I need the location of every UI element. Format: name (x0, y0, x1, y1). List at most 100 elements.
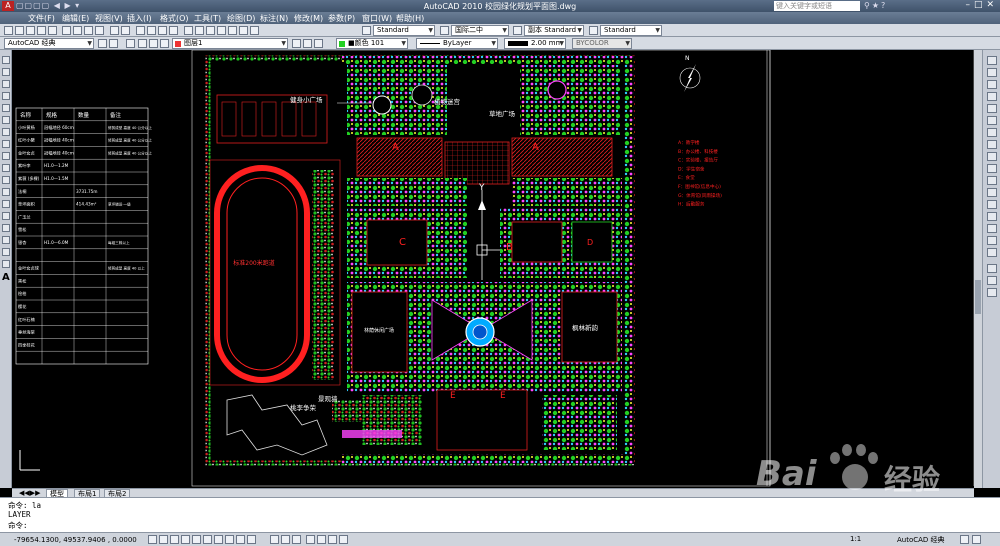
vertical-scrollbar[interactable] (974, 50, 982, 488)
table-style-select[interactable]: 副本 Standard ▼ (524, 25, 584, 36)
layer-select[interactable]: 图层1 ▼ (172, 38, 288, 49)
zoom-window-icon[interactable] (158, 26, 167, 35)
clean-screen-icon[interactable] (972, 535, 981, 544)
lineweight-select[interactable]: 2.00 mm ▼ (504, 38, 566, 49)
line-icon[interactable] (2, 56, 10, 64)
zoom-status-icon[interactable] (317, 535, 326, 544)
pan-icon[interactable] (136, 26, 145, 35)
workspace-save-icon[interactable] (109, 39, 118, 48)
properties-icon[interactable] (184, 26, 193, 35)
menu-view[interactable]: 视图(V) (95, 13, 123, 24)
undo-icon[interactable] (110, 26, 119, 35)
annotation-scale[interactable]: 1:1 (850, 535, 861, 543)
sheet-set-icon[interactable] (217, 26, 226, 35)
command-prompt[interactable]: 命令: (8, 520, 28, 531)
lock-ui-icon[interactable] (960, 535, 969, 544)
rotate-icon[interactable] (987, 128, 997, 137)
quick-view-drawings-icon[interactable] (292, 535, 301, 544)
layer-state-icon[interactable] (314, 39, 323, 48)
circle-icon[interactable] (2, 128, 10, 136)
match-properties-icon[interactable] (95, 26, 104, 35)
array-icon[interactable] (987, 104, 997, 113)
zoom-realtime-icon[interactable] (147, 26, 156, 35)
model-space-icon[interactable] (270, 535, 279, 544)
quick-view-layouts-icon[interactable] (281, 535, 290, 544)
mirror-icon[interactable] (987, 80, 997, 89)
zoom-previous-icon[interactable] (169, 26, 178, 35)
text-style-select[interactable]: Standard ▼ (373, 25, 435, 36)
menu-edit[interactable]: 编辑(E) (62, 13, 89, 24)
plotstyle-select[interactable]: BYCOLOR ▼ (572, 38, 632, 49)
menu-insert[interactable]: 插入(I) (127, 13, 152, 24)
drawing-canvas[interactable]: 标准200米跑道 A A Y C B D E E 健身小广场 植物迷宫 草地广场… (12, 50, 974, 488)
menu-modify[interactable]: 修改(M) (294, 13, 323, 24)
menu-format[interactable]: 格式(O) (160, 13, 189, 24)
erase-icon[interactable] (987, 56, 997, 65)
pan-status-icon[interactable] (306, 535, 315, 544)
window-controls[interactable]: –□✕ (965, 0, 998, 10)
copy-icon[interactable] (73, 26, 82, 35)
polar-toggle-icon[interactable] (181, 535, 190, 544)
markup-icon[interactable] (228, 26, 237, 35)
insert-block-icon[interactable] (2, 188, 10, 196)
scrollbar-thumb[interactable] (975, 280, 981, 314)
region-icon[interactable] (2, 248, 10, 256)
table-icon[interactable] (2, 260, 10, 268)
menu-draw[interactable]: 绘图(D) (227, 13, 255, 24)
multiline-text-icon[interactable]: A (2, 272, 10, 283)
new-icon[interactable] (4, 26, 13, 35)
gradient-icon[interactable] (2, 236, 10, 244)
snap-toggle-icon[interactable] (148, 535, 157, 544)
menu-tools[interactable]: 工具(T) (194, 13, 221, 24)
arc-icon[interactable] (2, 116, 10, 124)
print-icon[interactable] (37, 26, 46, 35)
make-block-icon[interactable] (2, 200, 10, 208)
stretch-icon[interactable] (987, 152, 997, 161)
quickcalc-icon[interactable] (239, 26, 248, 35)
menu-window[interactable]: 窗口(W) (362, 13, 392, 24)
steeringwheel-icon[interactable] (328, 535, 337, 544)
move-icon[interactable] (987, 116, 997, 125)
fillet-icon[interactable] (987, 236, 997, 245)
point-icon[interactable] (2, 212, 10, 220)
break-icon[interactable] (987, 200, 997, 209)
bulb-icon[interactable] (138, 39, 147, 48)
make-current-layer-icon[interactable] (292, 39, 301, 48)
extend-icon[interactable] (987, 176, 997, 185)
spline-icon[interactable] (2, 152, 10, 160)
ortho-toggle-icon[interactable] (170, 535, 179, 544)
grid-toggle-icon[interactable] (159, 535, 168, 544)
qp-toggle-icon[interactable] (247, 535, 256, 544)
infocenter-icons[interactable]: ⚲★? (864, 1, 887, 10)
sun-icon[interactable] (149, 39, 158, 48)
break-at-point-icon[interactable] (987, 188, 997, 197)
chamfer-icon[interactable] (987, 224, 997, 233)
paste-icon[interactable] (84, 26, 93, 35)
showmotion-icon[interactable] (339, 535, 348, 544)
revision-cloud-icon[interactable] (2, 140, 10, 148)
hatch-icon[interactable] (2, 224, 10, 232)
workspace-settings-icon[interactable] (98, 39, 107, 48)
linetype-select[interactable]: ByLayer ▼ (416, 38, 498, 49)
layer-tools-icon[interactable] (987, 264, 997, 273)
join-icon[interactable] (987, 212, 997, 221)
rectangle-icon[interactable] (2, 104, 10, 112)
otrack-toggle-icon[interactable] (203, 535, 212, 544)
ducs-toggle-icon[interactable] (214, 535, 223, 544)
help-icon[interactable] (250, 26, 259, 35)
lock-icon[interactable] (160, 39, 169, 48)
open-icon[interactable] (15, 26, 24, 35)
polygon-icon[interactable] (2, 92, 10, 100)
ellipse-arc-icon[interactable] (2, 176, 10, 184)
workspace-switch[interactable]: AutoCAD 经典 (897, 535, 945, 545)
lineweight-toggle-icon[interactable] (236, 535, 245, 544)
multileader-style-select[interactable]: Standard ▼ (600, 25, 662, 36)
cut-icon[interactable] (62, 26, 71, 35)
object-snap-icon[interactable] (987, 276, 997, 285)
save-icon[interactable] (26, 26, 35, 35)
ellipse-icon[interactable] (2, 164, 10, 172)
preview-icon[interactable] (48, 26, 57, 35)
polyline-icon[interactable] (2, 80, 10, 88)
design-center-icon[interactable] (195, 26, 204, 35)
osnap-toggle-icon[interactable] (192, 535, 201, 544)
